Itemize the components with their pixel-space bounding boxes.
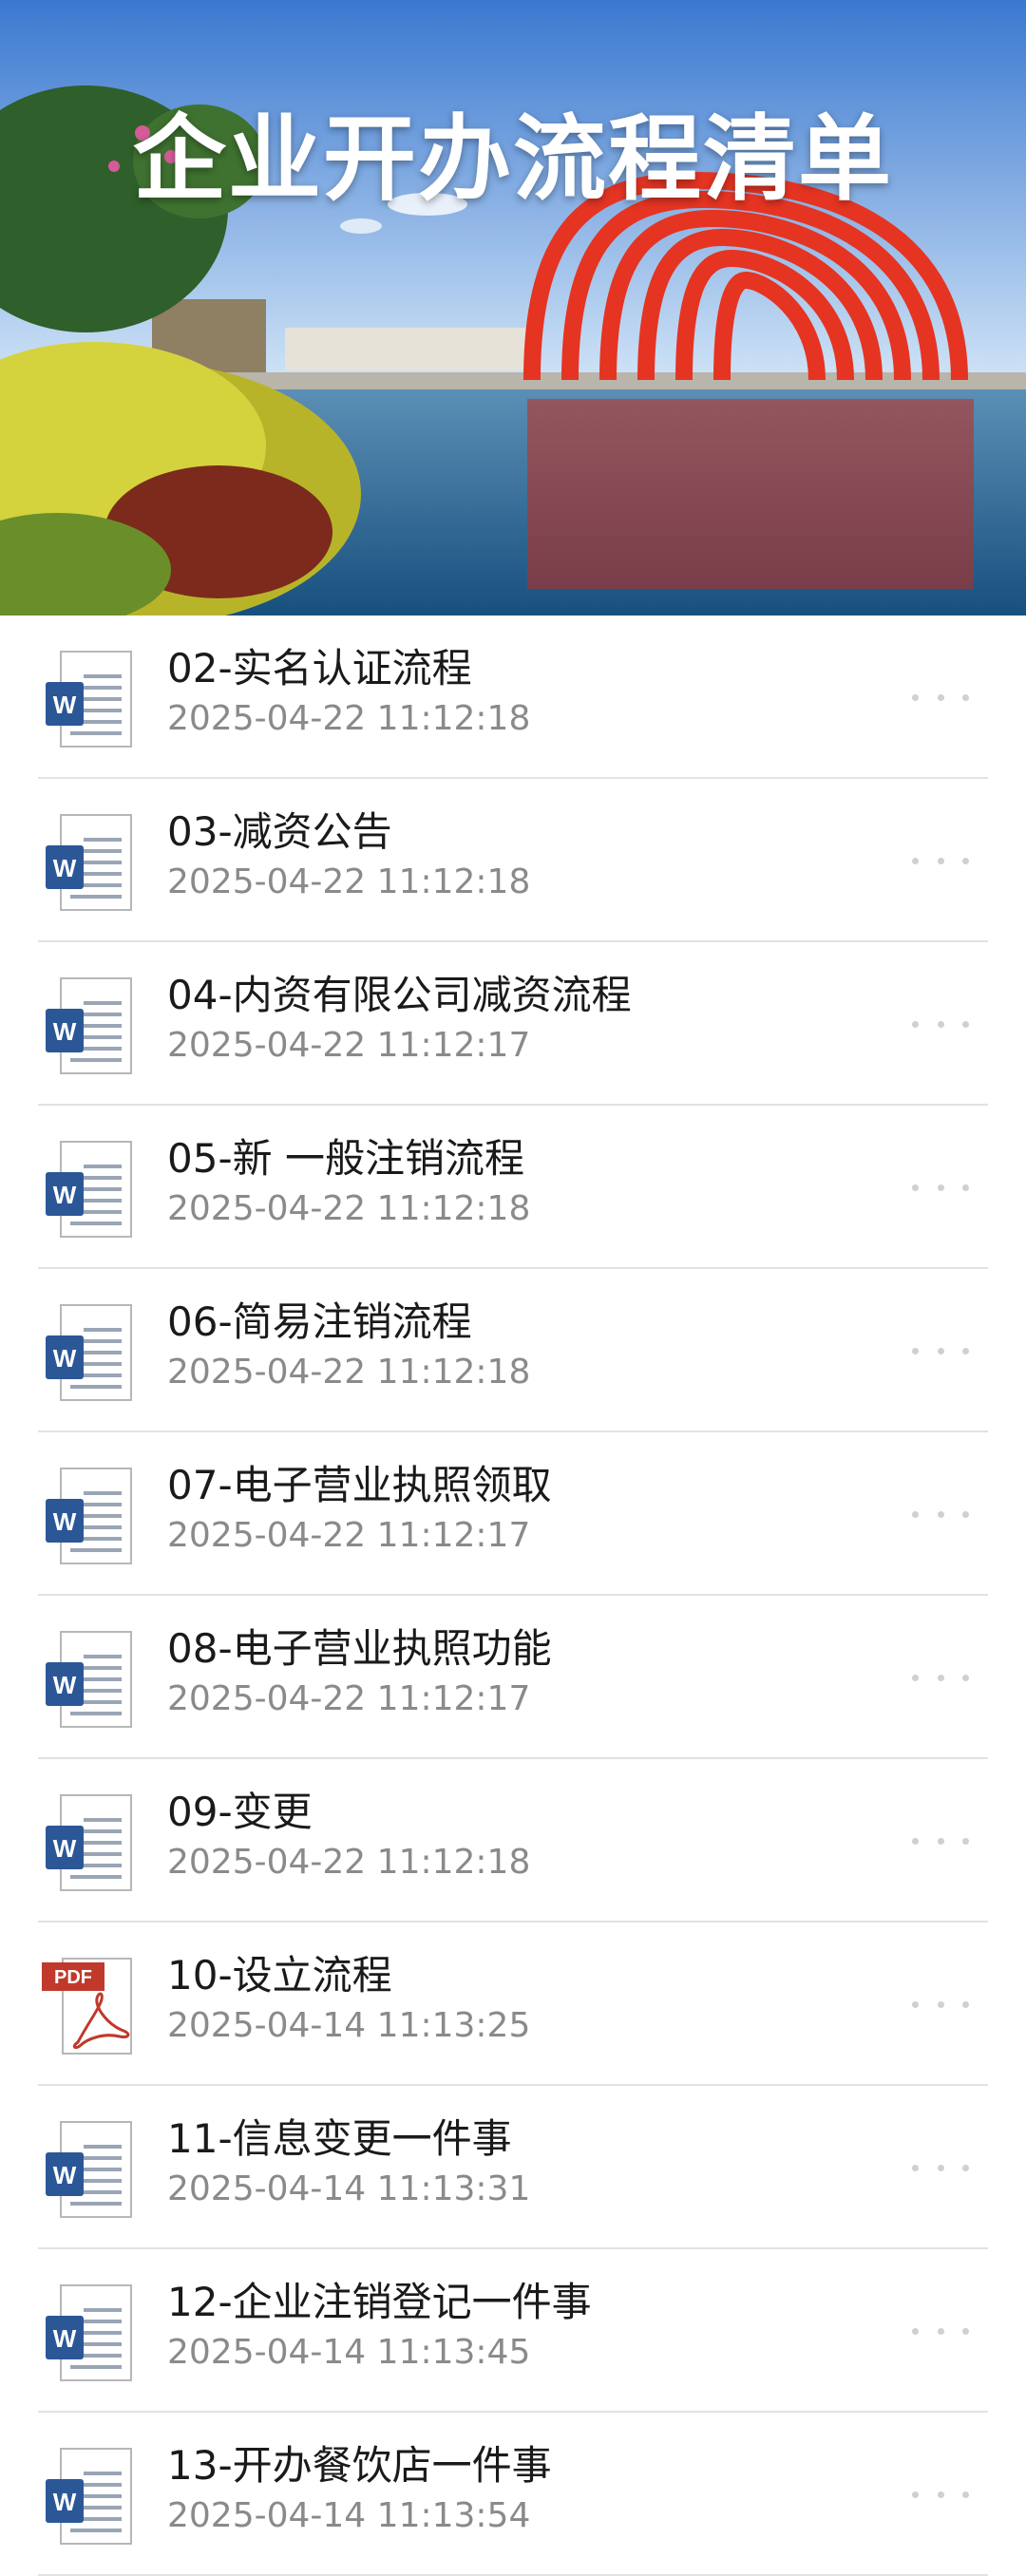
more-dots-icon[interactable]	[912, 2475, 969, 2513]
svg-text:W: W	[53, 854, 77, 882]
file-item[interactable]: W 11-信息变更一件事 2025-04-14 11:13:31	[38, 2086, 988, 2249]
file-title: 05-新 一般注销流程	[167, 1135, 524, 1182]
more-dots-icon[interactable]	[912, 1168, 969, 1206]
svg-text:W: W	[53, 1344, 77, 1373]
svg-text:PDF: PDF	[54, 1967, 92, 1988]
header-banner: 企业开办流程清单	[0, 0, 1026, 616]
more-dots-icon[interactable]	[912, 1985, 969, 2023]
file-title: 09-变更	[167, 1789, 313, 1835]
file-item[interactable]: W 07-电子营业执照领取 2025-04-22 11:12:17	[38, 1432, 988, 1596]
file-timestamp: 2025-04-14 11:13:45	[167, 2333, 531, 2372]
more-dots-icon[interactable]	[912, 1658, 969, 1696]
file-title: 04-内资有限公司减资流程	[167, 972, 632, 1018]
file-item[interactable]: W 05-新 一般注销流程 2025-04-22 11:12:18	[38, 1106, 988, 1269]
banner-title: 企业开办流程清单	[132, 105, 893, 214]
svg-text:W: W	[53, 2488, 77, 2516]
word-document-icon: W	[42, 1791, 137, 1896]
word-document-icon: W	[42, 648, 137, 752]
file-item[interactable]: W 08-电子营业执照功能 2025-04-22 11:12:17	[38, 1596, 988, 1759]
word-document-icon: W	[42, 1301, 137, 1406]
file-timestamp: 2025-04-14 11:13:31	[167, 2169, 531, 2208]
more-dots-icon[interactable]	[912, 842, 969, 880]
file-title: 06-简易注销流程	[167, 1298, 472, 1345]
file-item[interactable]: PDF 10-设立流程 2025-04-14 11:13:25	[38, 1923, 988, 2086]
more-dots-icon[interactable]	[912, 2312, 969, 2350]
word-document-icon: W	[42, 1628, 137, 1733]
file-timestamp: 2025-04-22 11:12:18	[167, 1353, 531, 1392]
word-document-icon: W	[42, 2118, 137, 2223]
more-dots-icon[interactable]	[912, 1332, 969, 1370]
word-document-icon: W	[42, 2282, 137, 2386]
file-item[interactable]: W 12-企业注销登记一件事 2025-04-14 11:13:45	[38, 2249, 988, 2413]
svg-text:W: W	[53, 1834, 77, 1863]
word-document-icon: W	[42, 1138, 137, 1242]
file-title: 03-减资公告	[167, 808, 392, 855]
svg-text:W: W	[53, 1181, 77, 1209]
svg-text:W: W	[53, 691, 77, 719]
svg-text:W: W	[53, 2324, 77, 2353]
file-item[interactable]: W 13-开办餐饮店一件事 2025-04-14 11:13:54	[38, 2413, 988, 2576]
word-document-icon: W	[42, 975, 137, 1079]
file-timestamp: 2025-04-14 11:13:25	[167, 2006, 531, 2045]
file-timestamp: 2025-04-22 11:12:17	[167, 1516, 531, 1555]
file-title: 10-设立流程	[167, 1952, 392, 1998]
more-dots-icon[interactable]	[912, 2149, 969, 2187]
word-document-icon: W	[42, 811, 137, 916]
file-timestamp: 2025-04-22 11:12:17	[167, 1026, 531, 1065]
file-item[interactable]: W 09-变更 2025-04-22 11:12:18	[38, 1759, 988, 1923]
file-item[interactable]: W 04-内资有限公司减资流程 2025-04-22 11:12:17	[38, 942, 988, 1106]
file-item[interactable]: W 03-减资公告 2025-04-22 11:12:18	[38, 779, 988, 942]
file-timestamp: 2025-04-22 11:12:17	[167, 1679, 531, 1718]
file-timestamp: 2025-04-22 11:12:18	[167, 1843, 531, 1882]
file-title: 12-企业注销登记一件事	[167, 2279, 592, 2325]
file-timestamp: 2025-04-22 11:12:18	[167, 1189, 531, 1228]
file-list: W 02-实名认证流程 2025-04-22 11:12:18 W 03-减资公告…	[0, 616, 1026, 2576]
file-title: 08-电子营业执照功能	[167, 1625, 552, 1672]
pdf-document-icon: PDF	[42, 1955, 137, 2059]
file-title: 07-电子营业执照领取	[167, 1462, 552, 1508]
svg-text:W: W	[53, 1671, 77, 1699]
svg-text:W: W	[53, 1507, 77, 1536]
svg-text:W: W	[53, 1017, 77, 1046]
word-document-icon: W	[42, 1465, 137, 1569]
file-item[interactable]: W 02-实名认证流程 2025-04-22 11:12:18	[38, 616, 988, 779]
file-timestamp: 2025-04-22 11:12:18	[167, 862, 531, 901]
more-dots-icon[interactable]	[912, 1005, 969, 1043]
more-dots-icon[interactable]	[912, 1495, 969, 1533]
svg-text:W: W	[53, 2161, 77, 2189]
word-document-icon: W	[42, 2445, 137, 2549]
more-dots-icon[interactable]	[912, 678, 969, 716]
file-timestamp: 2025-04-14 11:13:54	[167, 2496, 531, 2535]
file-title: 11-信息变更一件事	[167, 2115, 512, 2162]
file-item[interactable]: W 06-简易注销流程 2025-04-22 11:12:18	[38, 1269, 988, 1432]
file-title: 13-开办餐饮店一件事	[167, 2442, 552, 2489]
file-title: 02-实名认证流程	[167, 645, 472, 691]
file-timestamp: 2025-04-22 11:12:18	[167, 699, 531, 738]
more-dots-icon[interactable]	[912, 1822, 969, 1860]
